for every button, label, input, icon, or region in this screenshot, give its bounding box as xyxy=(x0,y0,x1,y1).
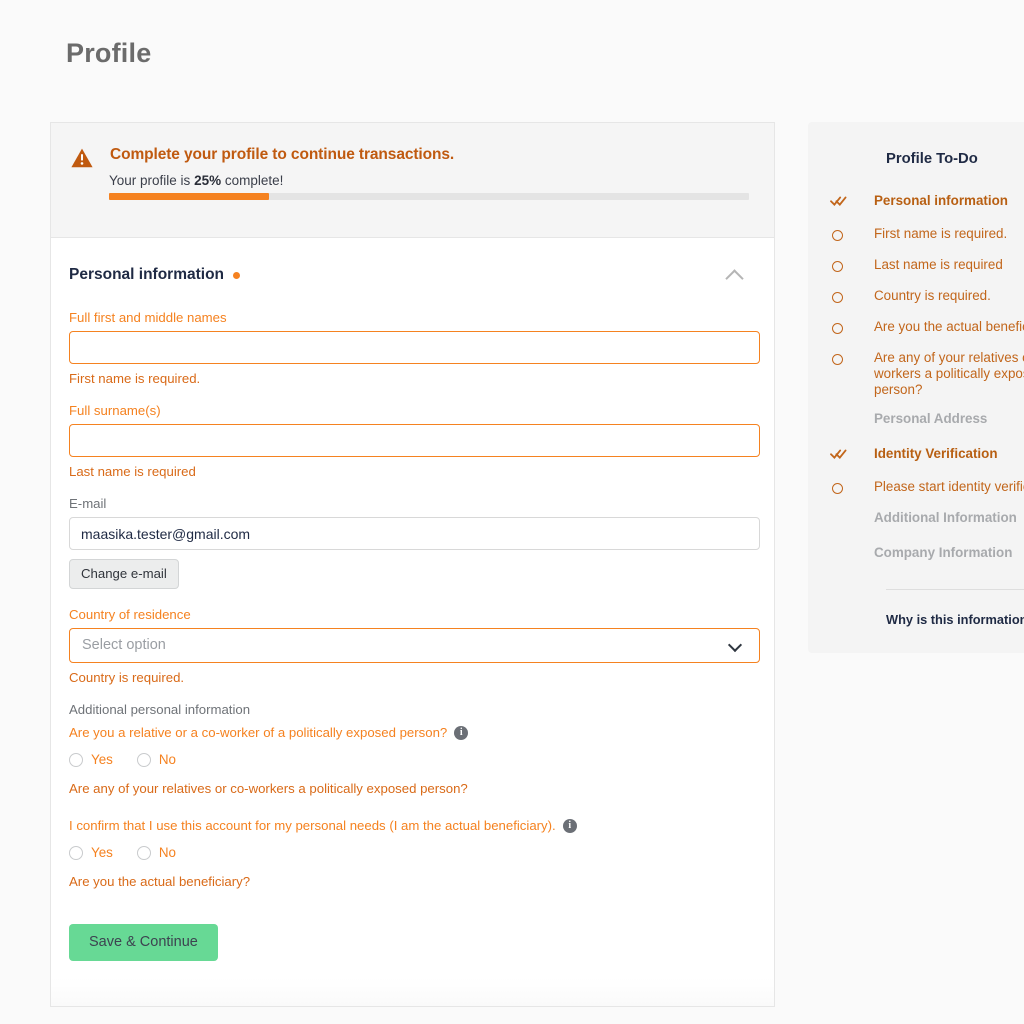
todo-list-item[interactable]: Identity Verification xyxy=(830,446,1024,464)
profile-completion-banner: Complete your profile to continue transa… xyxy=(51,123,774,238)
radio-circle-icon xyxy=(136,752,151,767)
circle-icon xyxy=(830,226,874,244)
todo-list-item[interactable]: Company Information xyxy=(830,545,1024,563)
beneficiary-radio-yes-label: Yes xyxy=(91,845,113,860)
surname-field: Full surname(s) Last name is required xyxy=(69,403,760,479)
profile-todo-panel: Profile To-Do Personal information First … xyxy=(808,122,1024,653)
todo-list-item-label: Country is required. xyxy=(874,288,991,303)
banner-percent: 25% xyxy=(194,173,222,188)
todo-list-item-label: Please start identity verification xyxy=(874,479,1024,494)
country-label: Country of residence xyxy=(69,607,191,622)
todo-list-item-label: Additional Information xyxy=(874,510,1017,525)
email-label: E-mail xyxy=(69,496,107,511)
todo-panel-title: Profile To-Do xyxy=(886,151,978,167)
pep-radio-no-label: No xyxy=(158,752,176,767)
card-bottom-fade xyxy=(50,978,775,1007)
country-error: Country is required. xyxy=(69,670,185,685)
todo-list-item[interactable]: Are any of your relatives or co-workers … xyxy=(830,350,1024,398)
todo-list-item[interactable]: Personal information xyxy=(830,193,1024,211)
pep-question-label: Are you a relative or a co-worker of a p… xyxy=(69,725,448,740)
profile-page: Profile Complete your profile to continu… xyxy=(0,0,1024,1024)
profile-progress-fill xyxy=(109,193,269,200)
circle-icon xyxy=(830,350,874,368)
warning-triangle-icon xyxy=(71,148,93,168)
form-body: Personal information Full first and midd… xyxy=(51,238,774,961)
email-input[interactable] xyxy=(69,517,760,550)
info-icon[interactable]: i xyxy=(562,818,577,833)
double-check-icon xyxy=(830,193,874,210)
todo-list-item-label: Company Information xyxy=(874,545,1013,560)
first-name-error: First name is required. xyxy=(69,371,201,386)
beneficiary-question-label: I confirm that I use this account for my… xyxy=(69,818,556,833)
todo-list-item-label: Personal Address xyxy=(874,411,988,426)
todo-list: Personal information First name is requir… xyxy=(830,193,1024,563)
radio-circle-icon xyxy=(69,845,83,860)
additional-info-heading: Additional personal information xyxy=(69,702,251,717)
todo-list-item[interactable]: Country is required. xyxy=(830,288,1024,306)
todo-list-item[interactable]: Are you the actual beneficiary? xyxy=(830,319,1024,337)
first-name-field: Full first and middle names First name i… xyxy=(69,310,760,386)
info-icon[interactable]: i xyxy=(454,725,469,740)
circle-icon xyxy=(830,319,874,337)
country-field: Country of residence Select option Count… xyxy=(69,607,760,685)
radio-circle-icon xyxy=(69,752,83,767)
todo-list-item[interactable]: Please start identity verification xyxy=(830,479,1024,497)
banner-subtitle-suffix: complete! xyxy=(221,173,284,188)
beneficiary-question-error: Are you the actual beneficiary? xyxy=(69,874,251,889)
surname-label: Full surname(s) xyxy=(69,403,161,418)
no-icon xyxy=(830,411,874,412)
required-dot-icon xyxy=(233,272,241,279)
todo-divider xyxy=(886,589,1024,590)
country-select-wrap: Select option xyxy=(69,628,760,663)
circle-icon xyxy=(830,479,874,497)
no-icon xyxy=(830,545,874,546)
pep-radio-yes[interactable]: Yes xyxy=(69,752,113,767)
surname-input[interactable] xyxy=(69,424,760,457)
section-header: Personal information xyxy=(69,264,756,286)
pep-radio-yes-label: Yes xyxy=(91,752,113,767)
todo-list-item-label: Are any of your relatives or co-workers … xyxy=(874,350,1024,397)
save-continue-button[interactable]: Save & Continue xyxy=(69,924,218,961)
double-check-icon xyxy=(830,446,874,463)
beneficiary-radio-group: Yes No xyxy=(69,845,756,860)
pep-question-error: Are any of your relatives or co-workers … xyxy=(69,781,468,796)
pep-radio-group: Yes No xyxy=(69,752,756,767)
pep-radio-no[interactable]: No xyxy=(136,752,176,767)
banner-subtitle-prefix: Your profile is xyxy=(109,173,195,188)
section-title-label: Personal information xyxy=(69,266,225,283)
banner-title: Complete your profile to continue transa… xyxy=(110,146,455,163)
beneficiary-radio-no[interactable]: No xyxy=(136,845,176,860)
beneficiary-radio-no-label: No xyxy=(158,845,176,860)
chevron-up-icon[interactable] xyxy=(724,264,746,286)
radio-circle-icon xyxy=(136,845,151,860)
circle-icon xyxy=(830,288,874,306)
section-title: Personal information xyxy=(69,266,241,284)
todo-list-item-label: Personal information xyxy=(874,193,1008,208)
todo-list-item-label: First name is required. xyxy=(874,226,1008,241)
beneficiary-question-text: I confirm that I use this account for my… xyxy=(69,818,756,833)
first-name-label: Full first and middle names xyxy=(69,310,227,325)
todo-list-item[interactable]: Additional Information xyxy=(830,510,1024,528)
todo-list-item[interactable]: Personal Address xyxy=(830,411,1024,429)
pep-question-text: Are you a relative or a co-worker of a p… xyxy=(69,725,756,740)
page-title: Profile xyxy=(66,38,152,68)
first-name-input[interactable] xyxy=(69,331,760,364)
beneficiary-radio-yes[interactable]: Yes xyxy=(69,845,113,860)
circle-icon xyxy=(830,257,874,275)
why-information-needed-link[interactable]: Why is this information needed? xyxy=(886,612,1024,627)
country-select[interactable]: Select option xyxy=(69,628,760,663)
todo-list-item-label: Identity Verification xyxy=(874,446,998,461)
todo-list-item[interactable]: Last name is required xyxy=(830,257,1024,275)
personal-information-card: Complete your profile to continue transa… xyxy=(50,122,775,1007)
banner-subtitle: Your profile is 25% complete! xyxy=(109,173,283,188)
no-icon xyxy=(830,510,874,511)
todo-list-item-label: Last name is required xyxy=(874,257,1003,272)
todo-list-item-label: Are you the actual beneficiary? xyxy=(874,319,1024,334)
change-email-button[interactable]: Change e-mail xyxy=(69,559,179,589)
todo-list-item[interactable]: First name is required. xyxy=(830,226,1024,244)
profile-progress-bar xyxy=(109,193,749,200)
email-field: E-mail Change e-mail xyxy=(69,496,760,607)
surname-error: Last name is required xyxy=(69,464,196,479)
